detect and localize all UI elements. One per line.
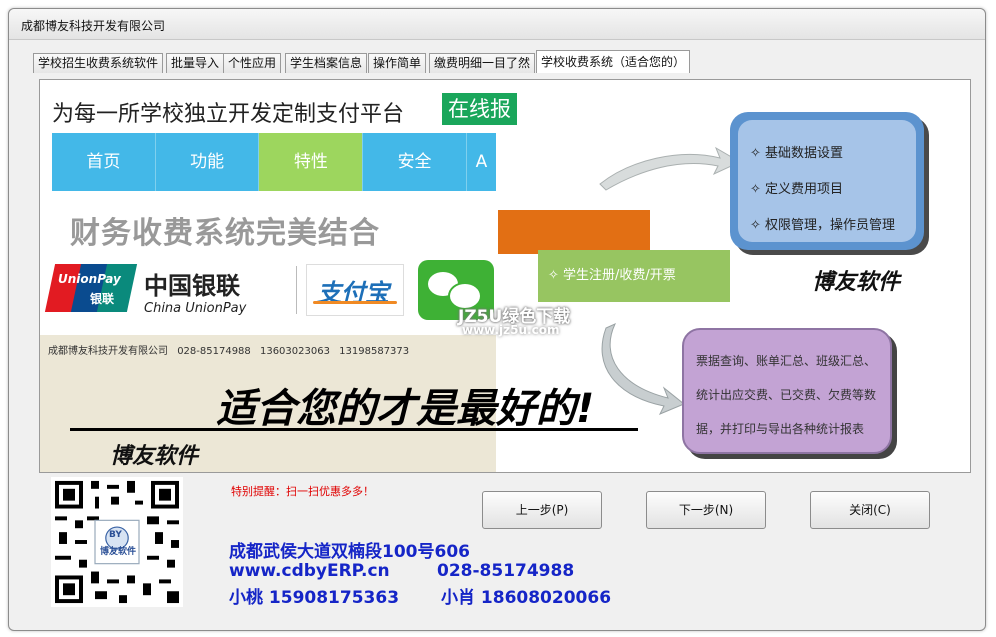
arrow-bottom [601, 322, 685, 415]
setup-permissions: ✧ 权限管理，操作员管理 [750, 218, 896, 233]
window-title: 成都博友科技开发有限公司 [21, 19, 166, 33]
step-register-box: ✧ 学生注册/收费/开票 [538, 250, 730, 302]
setup-fee-items: ✧ 定义费用项目 [750, 182, 844, 197]
bottom-area: BY 博友软件 特别提醒：扫一扫优惠多多！ 上一步(P) 下一步(N) 关闭(C… [21, 465, 989, 632]
setup-steps-box: ✧ 基础数据设置 ✧ 定义费用项目 ✧ 权限管理，操作员管理 [730, 112, 924, 250]
tab-personal-apps[interactable]: 个性应用 [223, 53, 282, 73]
next-button[interactable]: 下一步(N) [646, 491, 766, 529]
contact-xiaotao: 小桃 15908175363 [229, 588, 400, 608]
qr-caption: 博友软件 [100, 547, 137, 557]
main-window: 成都博友科技开发有限公司 学校招生收费系统软件 批量导入 个性应用 学生档案信息… [8, 8, 986, 631]
company-phone-bottom: 028-85174988 [437, 561, 575, 581]
prev-button[interactable]: 上一步(P) [482, 491, 602, 529]
scan-notice: 特别提醒：扫一扫优惠多多！ [231, 485, 374, 498]
reports-line-1: 票据查询、账单汇总、班级汇总、 [696, 354, 877, 368]
flow-brand: 博友软件 [812, 270, 901, 295]
tab-easy-operation[interactable]: 操作简单 [368, 53, 427, 73]
tab-enrollment-software[interactable]: 学校招生收费系统软件 [33, 53, 164, 73]
step-register-label: ✧ 学生注册/收费/开票 [548, 268, 676, 283]
orange-banner [498, 210, 650, 254]
contact-xiaoxiao: 小肖 18608020066 [441, 588, 612, 608]
arrow-top [599, 146, 742, 191]
close-button[interactable]: 关闭(C) [810, 491, 930, 529]
title-bar[interactable]: 成都博友科技开发有限公司 [9, 9, 985, 40]
tab-batch-import[interactable]: 批量导入 [166, 53, 225, 73]
company-website: www.cdbyERP.cn [229, 561, 390, 581]
reports-box: 票据查询、账单汇总、班级汇总、 统计出应交费、已交费、欠费等数 据，并打印与导出… [682, 328, 892, 454]
tab-panel: 为每一所学校独立开发定制支付平台 在线报 首页 功能 特性 安全 A 财务收费系… [39, 79, 971, 473]
watermark-url: www.jz5u.com [462, 323, 560, 337]
setup-basic-data: ✧ 基础数据设置 [750, 146, 844, 161]
tab-payment-details[interactable]: 缴费明细一目了然 [429, 53, 536, 73]
tab-school-fee-system[interactable]: 学校收费系统（适合您的） [536, 50, 691, 73]
reports-line-3: 据，并打印与导出各种统计报表 [696, 422, 865, 436]
tab-student-records[interactable]: 学生档案信息 [285, 53, 368, 73]
qr-code [51, 477, 183, 607]
company-address: 成都武侯大道双楠段100号606 [229, 542, 470, 562]
reports-line-2: 统计出应交费、已交费、欠费等数 [696, 388, 877, 402]
qr-logo-text: BY [109, 530, 122, 540]
